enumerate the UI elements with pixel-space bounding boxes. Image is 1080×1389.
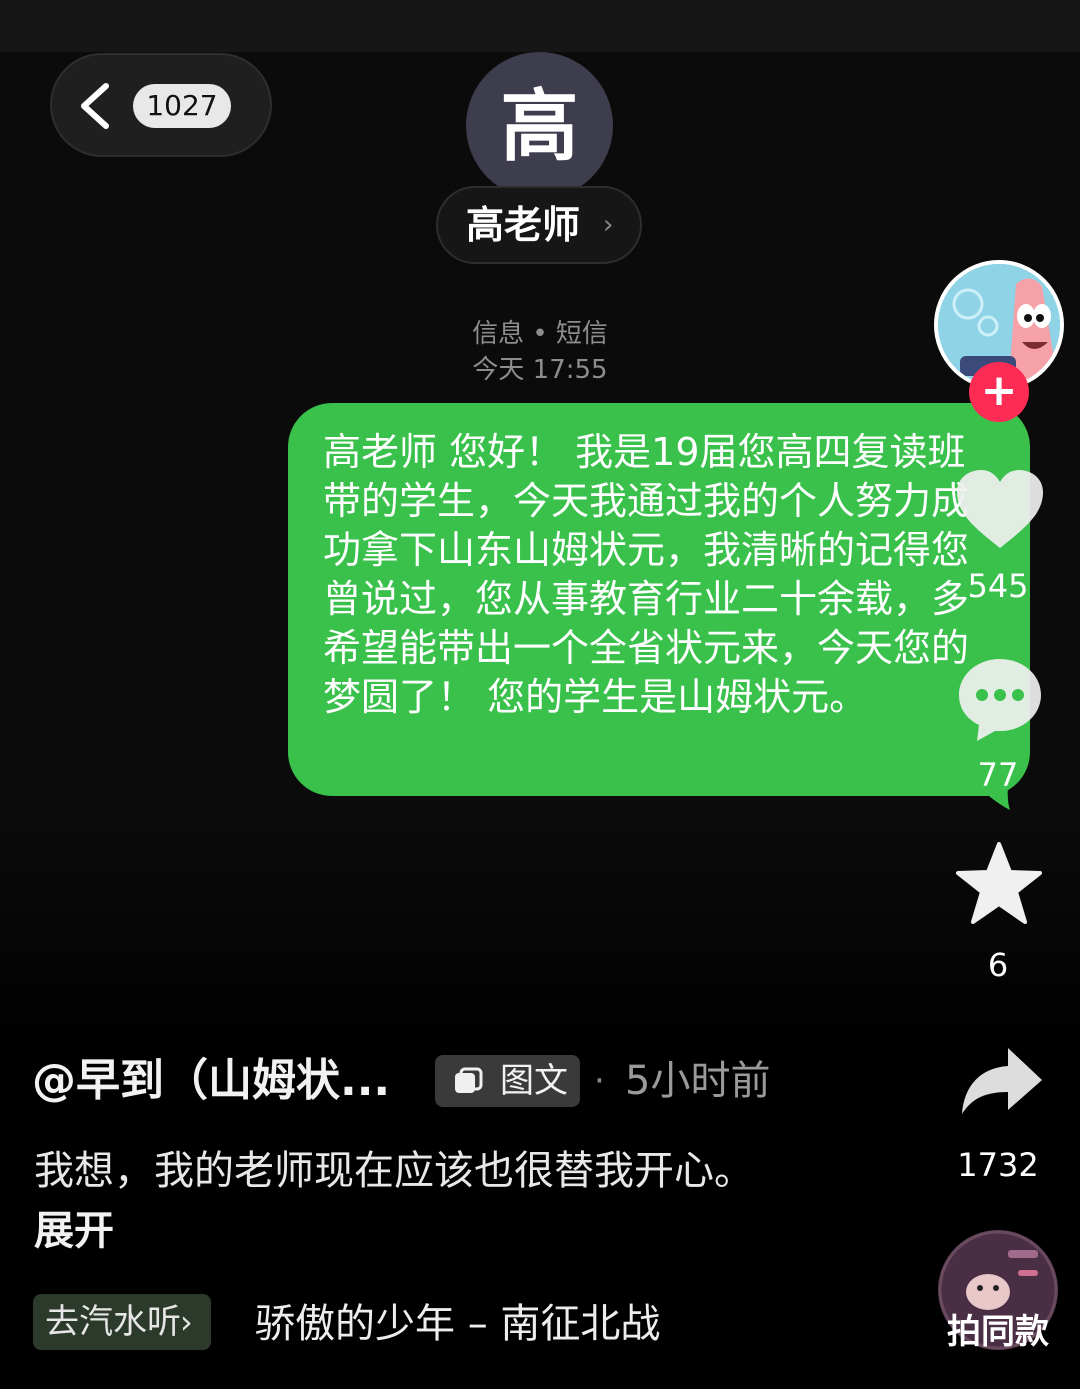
message-meta: 信息 • 短信 bbox=[472, 319, 608, 349]
same-style-label[interactable]: 拍同款 bbox=[938, 1310, 1058, 1354]
contact-name: 高老师 bbox=[466, 203, 581, 247]
comment-icon[interactable] bbox=[955, 655, 1045, 745]
like-count: 545 bbox=[967, 567, 1029, 605]
share-icon[interactable] bbox=[958, 1046, 1044, 1116]
comment-count: 77 bbox=[977, 756, 1019, 794]
status-bar-area bbox=[0, 0, 1080, 52]
heart-icon[interactable] bbox=[955, 468, 1045, 552]
type-tag-label: 图文 bbox=[500, 1061, 568, 1101]
expand-button[interactable]: 展开 bbox=[34, 1204, 114, 1258]
share-count: 1732 bbox=[957, 1146, 1039, 1184]
unread-badge: 1027 bbox=[133, 84, 231, 128]
contact-avatar[interactable]: 高 bbox=[466, 52, 613, 199]
post-time: 5小时前 bbox=[625, 1058, 771, 1104]
favorite-count: 6 bbox=[987, 946, 1009, 984]
message-time: 今天 17:55 bbox=[472, 355, 608, 385]
author-name[interactable]: @早到（山姆状... bbox=[32, 1053, 390, 1109]
image-text-icon bbox=[455, 1067, 483, 1093]
post-caption: 我想，我的老师现在应该也很替我开心。 bbox=[34, 1148, 754, 1194]
message-text: 高老师 您好！ 我是19届您高四复读班带的学生，今天我通过我的个人努力成功拿下山… bbox=[323, 430, 970, 719]
song-marquee[interactable]: 骄傲的少年 – 南征北战 bbox=[255, 1298, 663, 1354]
song-title: 骄傲的少年 – 南征北战 bbox=[255, 1301, 661, 1347]
separator-dot: · bbox=[594, 1061, 605, 1101]
star-icon[interactable] bbox=[956, 842, 1042, 924]
chevron-left-icon bbox=[81, 83, 109, 129]
chevron-right-icon: › bbox=[180, 1303, 193, 1341]
listen-label: 去汽水听 bbox=[45, 1302, 181, 1342]
follow-button[interactable]: + bbox=[969, 362, 1029, 422]
chevron-right-icon: › bbox=[603, 210, 614, 240]
